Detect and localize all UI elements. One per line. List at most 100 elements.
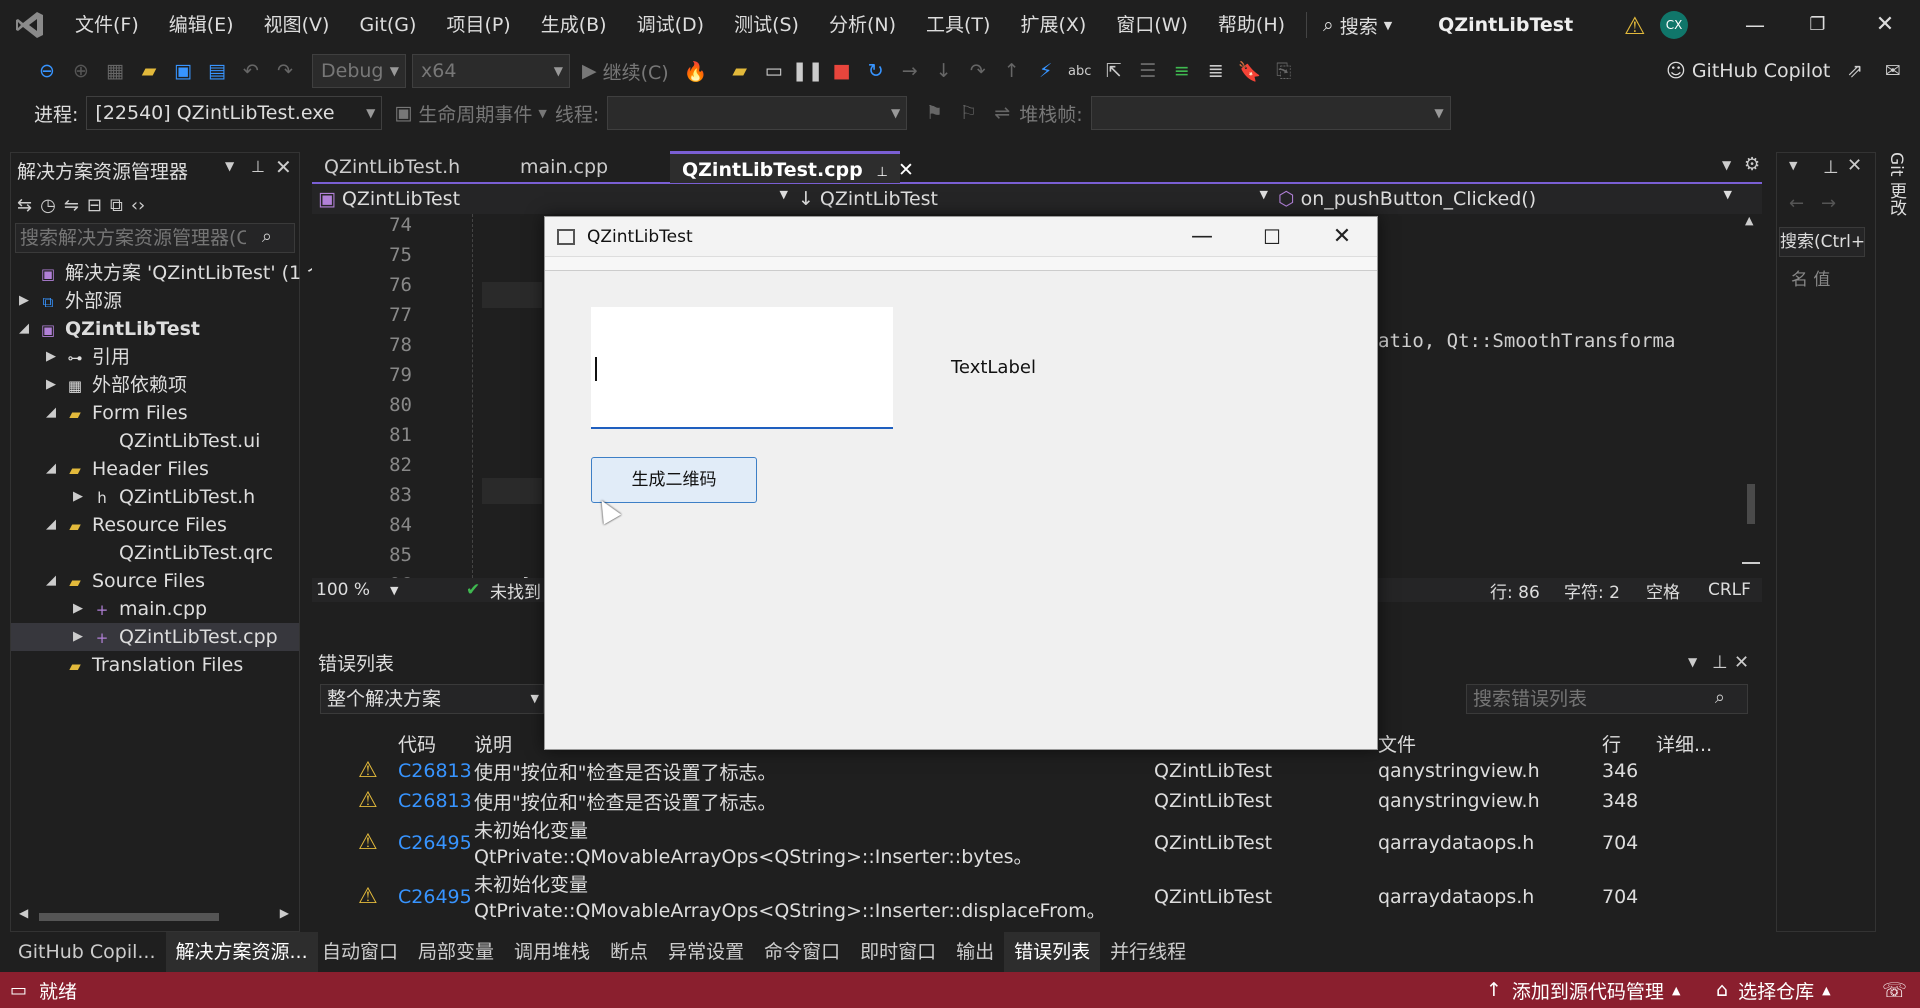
cursor-icon[interactable]: ⇱ bbox=[1097, 54, 1131, 88]
tree-item[interactable]: ◢ ▰ Header Files bbox=[11, 455, 299, 483]
forward-icon[interactable]: → bbox=[1821, 193, 1836, 214]
header-line[interactable]: 行 bbox=[1602, 730, 1621, 757]
copilot-button[interactable]: ☺ GitHub Copilot bbox=[1666, 54, 1830, 88]
tree-item[interactable]: ▰ Translation Files bbox=[11, 651, 299, 679]
feedback-icon[interactable]: ✉ bbox=[1876, 54, 1910, 88]
step-back-icon[interactable]: ↷ bbox=[961, 54, 995, 88]
close-icon[interactable]: ✕ bbox=[1734, 652, 1749, 673]
error-row[interactable]: ⚠ C26495 未初始化变量 QtPrivate::QMovableArrayOp… bbox=[312, 818, 1762, 872]
back-icon[interactable]: ← bbox=[1789, 193, 1804, 214]
save-icon[interactable]: ▣ bbox=[166, 54, 200, 88]
forward-icon[interactable]: ⊕ bbox=[64, 54, 98, 88]
bookmark-prev-icon[interactable]: ⎘ bbox=[1267, 54, 1301, 88]
tree-item[interactable]: ▶ ▦ 外部依赖项 bbox=[11, 371, 299, 399]
expander-icon[interactable]: ◢ bbox=[46, 511, 56, 539]
scroll-thumb[interactable] bbox=[39, 913, 219, 921]
header-details[interactable]: 详细... bbox=[1656, 730, 1712, 757]
menu-item-7[interactable]: 测试(S) bbox=[719, 0, 814, 50]
spell-check-icon[interactable]: abc bbox=[1063, 54, 1097, 88]
search-button[interactable]: ⌕ 搜索 ▼ bbox=[1313, 12, 1402, 39]
close-icon[interactable]: ✕ bbox=[898, 159, 914, 181]
stack-icon[interactable]: ⇌ bbox=[985, 96, 1019, 130]
menu-item-12[interactable]: 帮助(H) bbox=[1203, 0, 1300, 50]
header-code[interactable]: 代码 bbox=[398, 730, 436, 757]
solution-search-input[interactable] bbox=[16, 224, 246, 252]
error-code[interactable]: C26813 bbox=[398, 790, 472, 812]
horizontal-scrollbar[interactable]: ◀ ▶ bbox=[19, 906, 289, 923]
qt-generate-qr-button[interactable]: 生成二维码 bbox=[591, 457, 757, 503]
list-icon[interactable]: ☰ bbox=[1131, 54, 1165, 88]
scroll-thumb[interactable] bbox=[1747, 484, 1755, 524]
hot-reload-icon[interactable]: 🔥 bbox=[679, 54, 713, 88]
project-nav[interactable]: ▣ QZintLibTest ▼ bbox=[312, 188, 792, 210]
thread-select[interactable]: ▼ bbox=[607, 96, 908, 130]
bottom-tab[interactable]: 错误列表 bbox=[1004, 932, 1101, 972]
chevron-down-icon[interactable]: ▼ bbox=[1789, 159, 1797, 172]
notification-icon[interactable]: ☏ bbox=[1882, 978, 1907, 1002]
error-scope-select[interactable]: 整个解决方案 ▼ bbox=[320, 684, 544, 714]
tree-item[interactable]: ▣ 解决方案 'QZintLibTest' (1 个 bbox=[11, 259, 326, 287]
configuration-select[interactable]: Debug ▼ bbox=[312, 54, 406, 88]
expander-icon[interactable]: ▶ bbox=[73, 623, 83, 651]
expander-icon[interactable]: ◢ bbox=[46, 567, 56, 595]
error-code[interactable]: C26495 bbox=[398, 886, 472, 908]
open-folder-icon[interactable]: ▰ bbox=[132, 54, 166, 88]
tree-item[interactable]: QZintLibTest.ui bbox=[11, 427, 299, 455]
switch-view-icon[interactable]: ⇋ bbox=[64, 195, 79, 216]
bottom-tab[interactable]: 断点 bbox=[600, 932, 658, 972]
col-info[interactable]: 字符: 2 bbox=[1564, 578, 1620, 603]
restore-button[interactable]: ❐ bbox=[1785, 0, 1850, 50]
copy-icon[interactable]: ⧉ bbox=[110, 195, 123, 216]
chevron-down-icon[interactable]: ▼ bbox=[1688, 655, 1697, 669]
error-row[interactable]: ⚠ C26813 使用"按位和"检查是否设置了标志。 QZintLibTest qany… bbox=[312, 788, 1762, 818]
error-row[interactable]: ⚠ C26813 使用"按位和"检查是否设置了标志。 QZintLibTest qany… bbox=[312, 758, 1762, 788]
step-into-icon[interactable]: ↓ bbox=[927, 54, 961, 88]
zoom-level[interactable]: 100 % bbox=[316, 580, 370, 600]
menu-item-6[interactable]: 调试(D) bbox=[622, 0, 719, 50]
restart-icon[interactable]: ↻ bbox=[859, 54, 893, 88]
avatar[interactable]: CX bbox=[1660, 11, 1688, 39]
pin-icon[interactable]: ⊥ bbox=[1823, 157, 1839, 178]
tab-overflow-icon[interactable]: ▼ bbox=[1722, 158, 1731, 172]
tree-item[interactable]: ▶ h QZintLibTest.h bbox=[11, 483, 299, 511]
menu-item-1[interactable]: 编辑(E) bbox=[154, 0, 249, 50]
indent-info[interactable]: 空格 bbox=[1646, 578, 1680, 603]
pin-icon[interactable]: ⊥ bbox=[877, 165, 888, 180]
expander-icon[interactable]: ▶ bbox=[73, 595, 83, 623]
tree-item[interactable]: ▶ + QZintLibTest.cpp bbox=[11, 623, 299, 651]
close-button[interactable]: ✕ bbox=[1850, 0, 1920, 50]
select-repo[interactable]: ⌂ 选择仓库 ▲ bbox=[1716, 977, 1831, 1004]
bottom-tab[interactable]: 异常设置 bbox=[658, 932, 754, 972]
bottom-tab[interactable]: 局部变量 bbox=[408, 932, 504, 972]
bottom-tab[interactable]: 调用堆栈 bbox=[504, 932, 600, 972]
vertical-scrollbar[interactable]: ▲ bbox=[1742, 214, 1760, 578]
add-source-control[interactable]: ↑ 添加到源代码管理 ▲ bbox=[1486, 977, 1680, 1004]
line-info[interactable]: 行: 86 bbox=[1490, 578, 1540, 603]
tree-item[interactable]: ◢ ▰ Resource Files bbox=[11, 511, 299, 539]
menu-item-0[interactable]: 文件(F) bbox=[60, 0, 154, 50]
watch-search[interactable]: 搜索(Ctrl+ bbox=[1779, 227, 1865, 257]
save-all-icon[interactable]: ▤ bbox=[200, 54, 234, 88]
member-nav[interactable]: ⬡ on_pushButton_Clicked() ▼ bbox=[1272, 188, 1736, 210]
header-file[interactable]: 文件 bbox=[1378, 730, 1416, 757]
code-icon[interactable]: ‹› bbox=[131, 195, 145, 216]
outdent-icon[interactable]: ≣ bbox=[1199, 54, 1233, 88]
expander-icon[interactable]: ▶ bbox=[46, 343, 56, 371]
step-over-icon[interactable]: → bbox=[893, 54, 927, 88]
issues-label[interactable]: 未找到 bbox=[490, 578, 541, 603]
close-icon[interactable]: ✕ bbox=[275, 155, 292, 179]
bottom-tab[interactable]: 并行线程 bbox=[1100, 932, 1196, 972]
new-project-icon[interactable]: ▦ bbox=[98, 54, 132, 88]
vs-logo-icon[interactable] bbox=[0, 0, 60, 50]
diagnostic-icon[interactable]: ⚡ bbox=[1029, 54, 1063, 88]
scroll-right-icon[interactable]: ▶ bbox=[280, 906, 289, 920]
lifecycle-events[interactable]: ▣ 生命周期事件 ▼ bbox=[394, 100, 546, 127]
git-changes-tab[interactable]: Git 更改 bbox=[1884, 152, 1914, 252]
process-select[interactable]: [22540] QZintLibTest.exe ▼ bbox=[86, 96, 383, 130]
history-icon[interactable]: ◷ bbox=[40, 195, 56, 216]
tree-item[interactable]: ◢ ▣ QZintLibTest bbox=[11, 315, 299, 343]
tab-qzintlibtest-cpp[interactable]: QZintLibTest.cpp ⊥ ✕ bbox=[670, 151, 914, 183]
flag-all-icon[interactable]: ⚐ bbox=[951, 96, 985, 130]
tree-item[interactable]: ◢ ▰ Form Files bbox=[11, 399, 299, 427]
redo-icon[interactable]: ↷ bbox=[268, 54, 302, 88]
